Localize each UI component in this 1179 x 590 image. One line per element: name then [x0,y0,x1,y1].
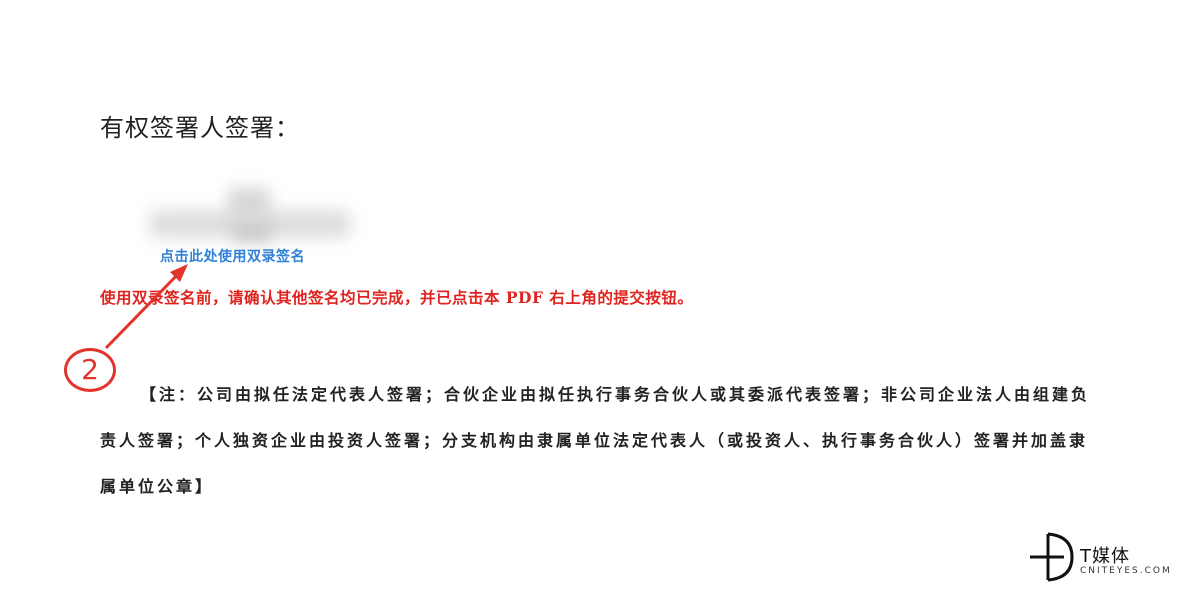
watermark-name: T媒体 [1080,546,1130,567]
signature-note: 【注：公司由拟任法定代表人签署；合伙企业由拟任执行事务合伙人或其委派代表签署；非… [100,385,1091,496]
brand-logo-icon [1030,532,1074,582]
watermark-domain: CNITEYES.COM [1080,566,1172,576]
watermark: T媒体 CNITEYES.COM [1026,530,1176,584]
